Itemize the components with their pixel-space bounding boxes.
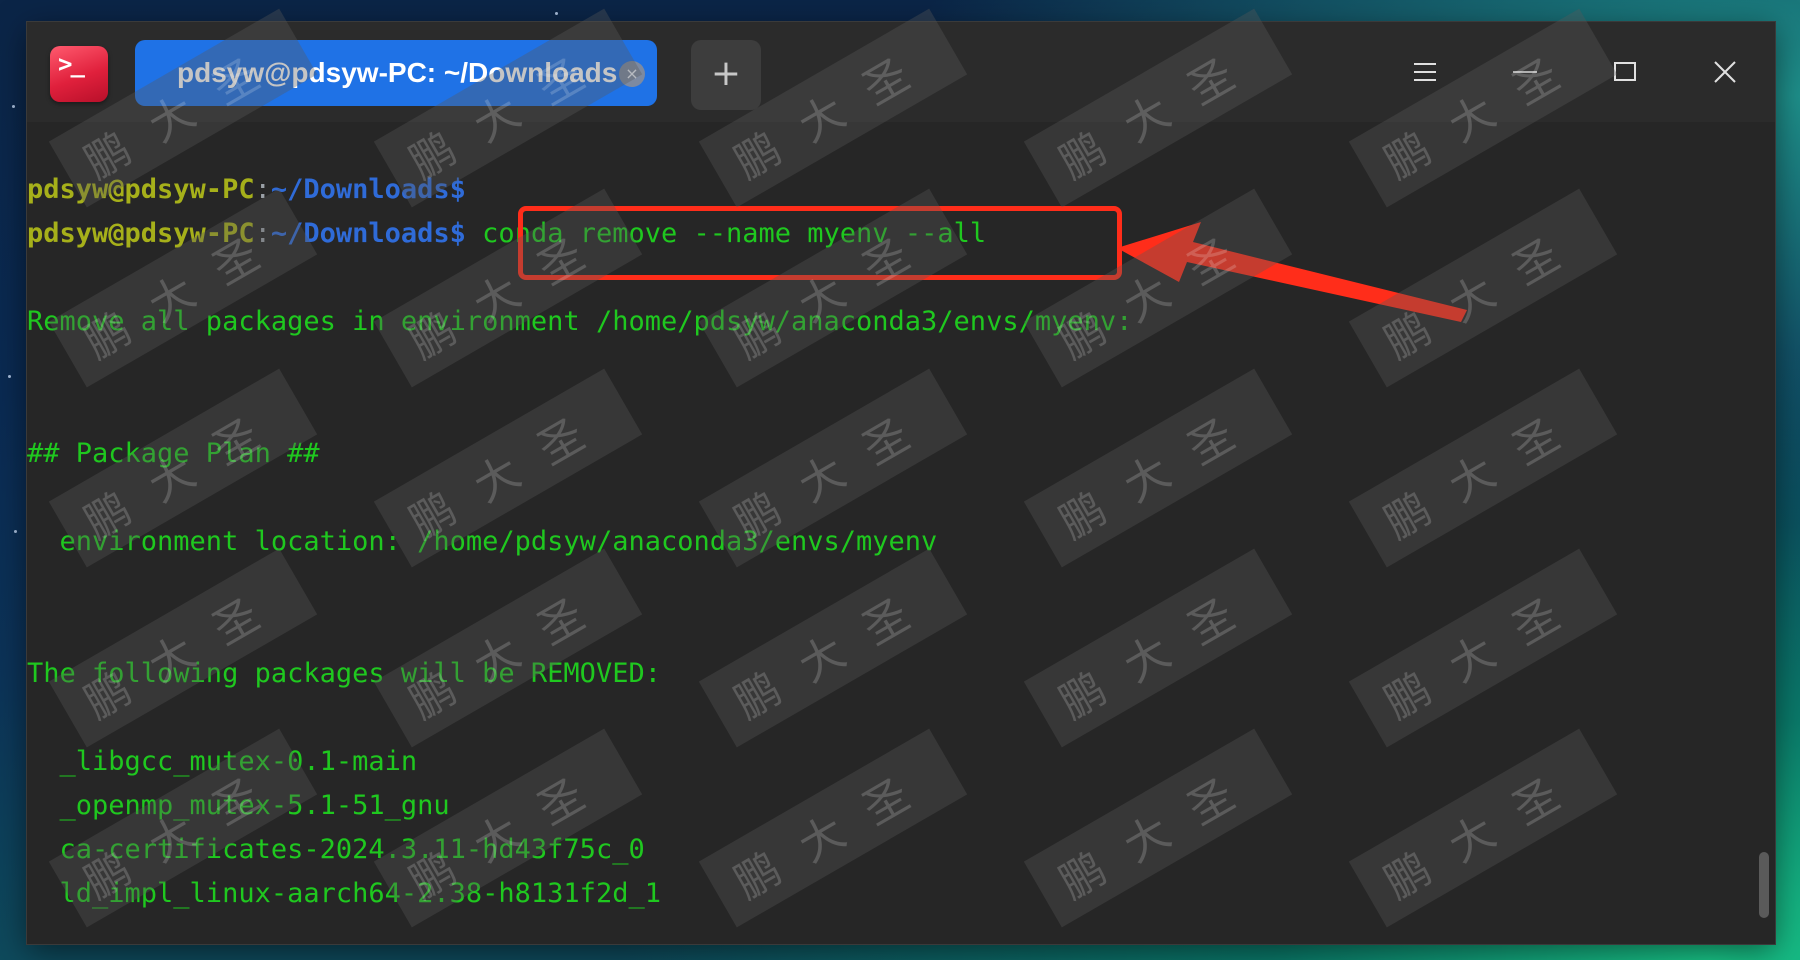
tab-downloads[interactable]: pdsyw@pdsyw-PC: ~/Downloads × — [135, 40, 657, 106]
prompt-path: ~/Downloads$ — [270, 218, 466, 249]
maximize-icon[interactable] — [1601, 48, 1649, 96]
output-line: Remove all packages in environment /home… — [27, 306, 1133, 337]
tab-close-icon[interactable]: × — [619, 61, 645, 87]
output-line: The following packages will be REMOVED: — [27, 658, 661, 689]
prompt-user: pdsyw@pdsyw-PC — [27, 174, 255, 205]
output-line: ca-certificates-2024.3.11-hd43f75c_0 — [27, 834, 645, 865]
output-line: ## Package Plan ## — [27, 438, 320, 469]
hamburger-menu-icon[interactable] — [1401, 48, 1449, 96]
output-line: environment location: /home/pdsyw/anacon… — [27, 526, 938, 557]
terminal-window: >_ pdsyw@pdsyw-PC: ~/Downloads × + pdsyw… — [27, 22, 1775, 944]
prompt-path: ~/Downloads$ — [270, 174, 466, 205]
prompt-colon: : — [254, 218, 271, 249]
add-tab-button[interactable]: + — [691, 40, 761, 110]
minimize-icon[interactable] — [1501, 48, 1549, 96]
output-line: _libgcc_mutex-0.1-main — [27, 746, 418, 777]
pointer-arrow-icon — [1117, 222, 1467, 322]
output-line: ld_impl_linux-aarch64-2.38-h8131f2d_1 — [27, 878, 661, 909]
tab-title: pdsyw@pdsyw-PC: ~/Downloads — [177, 57, 618, 88]
title-bar: >_ pdsyw@pdsyw-PC: ~/Downloads × + — [27, 22, 1775, 122]
desktop-star — [12, 105, 15, 108]
desktop-star — [8, 375, 11, 378]
output-line: _openmp_mutex-5.1-51_gnu — [27, 790, 450, 821]
prompt-line: pdsyw@pdsyw-PC:~/Downloads$ — [27, 174, 466, 205]
close-icon[interactable] — [1701, 48, 1749, 96]
prompt-user: pdsyw@pdsyw-PC — [27, 218, 255, 249]
scrollbar[interactable] — [1759, 852, 1769, 918]
desktop-star — [555, 12, 558, 15]
terminal-app-icon: >_ — [50, 46, 108, 102]
prompt-colon: : — [254, 174, 271, 205]
desktop-star — [14, 530, 17, 533]
command-highlight-box — [518, 206, 1122, 280]
terminal-output[interactable]: pdsyw@pdsyw-PC:~/Downloads$ pdsyw@pdsyw-… — [27, 122, 1775, 944]
